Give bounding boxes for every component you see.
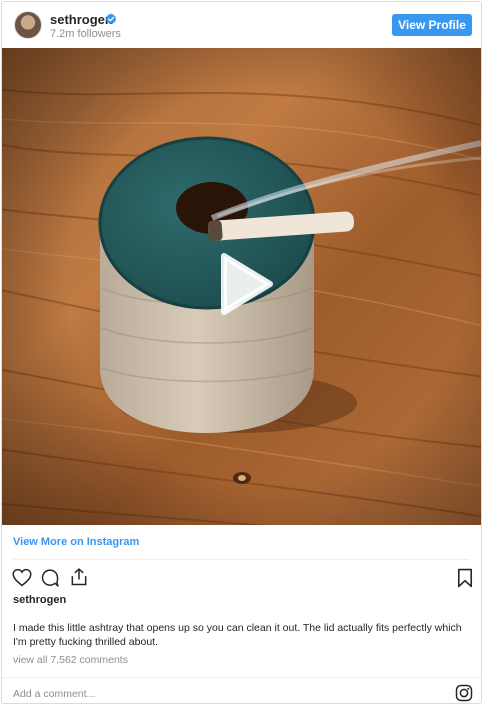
post-caption: I made this little ashtray that opens up… — [13, 622, 462, 648]
instagram-embed-card: sethrogen 7.2m followers View Profile Vi… — [1, 1, 482, 704]
avatar[interactable] — [14, 11, 42, 39]
divider — [13, 559, 469, 560]
view-profile-button[interactable]: View Profile — [392, 14, 472, 36]
share-icon[interactable] — [69, 567, 89, 587]
post-owner[interactable]: sethrogen — [13, 594, 66, 606]
heart-icon[interactable] — [12, 568, 32, 587]
comment-icon[interactable] — [40, 568, 60, 588]
instagram-logo-icon[interactable] — [455, 684, 473, 702]
post-media[interactable] — [2, 48, 481, 525]
view-comments-link[interactable]: view all 7,562 comments — [13, 654, 128, 666]
post-header: sethrogen 7.2m followers View Profile — [2, 2, 481, 48]
divider — [2, 677, 481, 678]
followers-count: 7.2m followers — [50, 28, 121, 40]
view-more-link[interactable]: View More on Instagram — [13, 536, 139, 548]
add-comment-input[interactable]: Add a comment... — [13, 688, 95, 700]
username[interactable]: sethrogen — [50, 12, 113, 27]
bookmark-icon[interactable] — [457, 568, 473, 588]
verified-badge-icon — [105, 12, 117, 24]
